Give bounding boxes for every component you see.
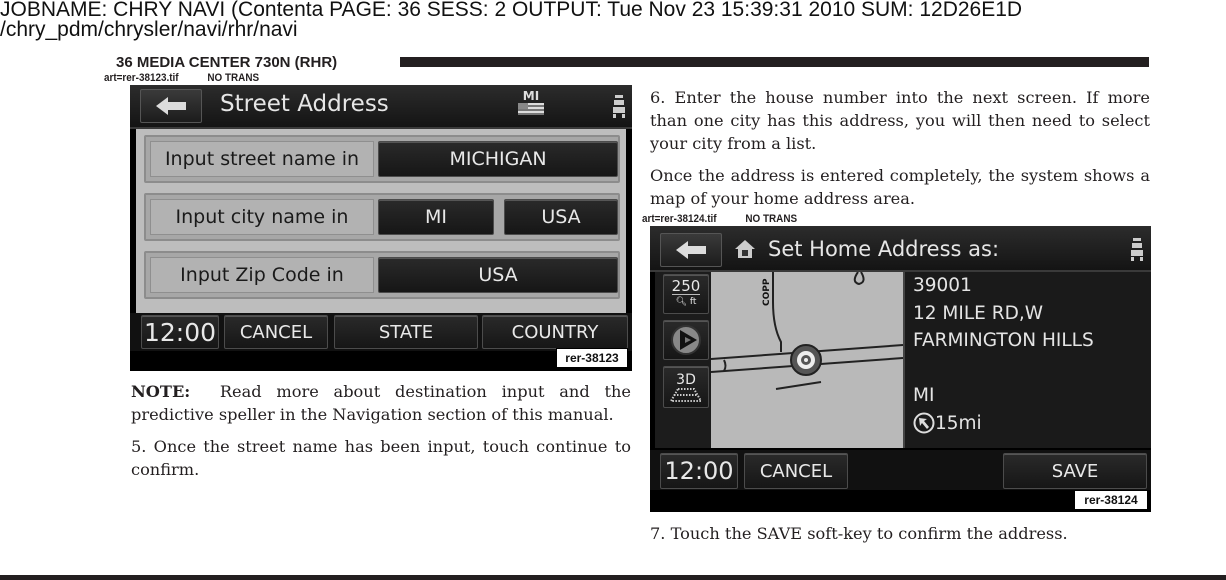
passenger-seat-icon: [1131, 238, 1143, 261]
figure1-art-label: art=rer-38123.tif NO TRANS: [104, 72, 259, 84]
cancel-button[interactable]: CANCEL: [744, 453, 848, 489]
screen-header: Set Home Address as:: [650, 226, 1151, 272]
step-7-block: 7. Touch the SAVE soft-key to confirm th…: [650, 522, 1150, 554]
us-flag-icon: [518, 103, 544, 115]
home-map-paragraph: Once the address is entered completely, …: [650, 166, 1150, 208]
row-label: Input street name in: [150, 141, 374, 177]
trans-label: NO TRANS: [207, 72, 260, 84]
bottom-bar: 12:00 CANCEL STATE COUNTRY: [130, 313, 632, 351]
zoom-scale-button[interactable]: 250 🔍︎ ft: [663, 274, 709, 314]
running-head: 36 MEDIA CENTER 730N (RHR): [116, 54, 338, 71]
street-address-screen: Street Address MI Input street name in M…: [130, 85, 632, 371]
map-street-label: COPP: [762, 278, 772, 306]
play-icon: [671, 325, 701, 355]
region-button-mi[interactable]: MI: [378, 199, 494, 235]
bottom-rule: [0, 575, 1226, 580]
passenger-seat-icon: [613, 95, 625, 118]
street-name-row: Input street name in MICHIGAN: [144, 135, 620, 183]
address-street: 12 MILE RD,W: [913, 302, 1043, 324]
map-controls: 250 🔍︎ ft 3D: [655, 272, 711, 448]
address-city: FARMINGTON HILLS: [913, 330, 1094, 351]
back-arrow-icon: [156, 97, 186, 115]
direction-arrow-icon: [913, 412, 935, 434]
zoom-value: 250: [671, 277, 701, 295]
figure-ref-tag: rer-38124: [1074, 490, 1148, 510]
art-filename: art=rer-38123.tif: [104, 72, 179, 84]
perspective-grid-icon: [670, 388, 702, 402]
address-house-number: 39001: [913, 275, 972, 296]
save-button[interactable]: SAVE: [1003, 453, 1147, 489]
region-button-michigan[interactable]: MICHIGAN: [378, 141, 618, 177]
set-home-address-screen: Set Home Address as: 250 🔍︎ ft 3D COPP 3…: [650, 226, 1151, 512]
city-name-row: Input city name in MI USA: [144, 193, 620, 241]
zip-code-row: Input Zip Code in USA: [144, 251, 620, 299]
region-button-usa-zip[interactable]: USA: [378, 257, 618, 293]
home-icon: [735, 240, 755, 258]
print-job-path: /chry_pdm/chrysler/navi/rhr/navi: [0, 18, 298, 41]
distance-value: 15mi: [935, 412, 982, 434]
state-button[interactable]: STATE: [334, 315, 478, 349]
clock: 12:00: [660, 453, 738, 489]
figure2-art-label: art=rer-38124.tif NO TRANS: [642, 213, 797, 225]
bottom-bar: 12:00 CANCEL SAVE: [650, 450, 1151, 490]
address-details: 39001 12 MILE RD,W FARMINGTON HILLS MI 1…: [903, 272, 1151, 448]
back-arrow-icon: [676, 241, 706, 259]
country-button[interactable]: COUNTRY: [482, 315, 628, 349]
magnifier-icon: 🔍︎: [675, 297, 687, 307]
view-mode-label: 3D: [676, 372, 696, 388]
note-paragraph: NOTE: Read more about destination input …: [131, 380, 631, 426]
screen-title: Set Home Address as:: [768, 237, 1000, 261]
screen-header: Street Address MI: [130, 85, 632, 129]
row-label: Input city name in: [150, 199, 374, 235]
right-text-column: 6. Enter the house number into the next …: [650, 86, 1150, 219]
zoom-unit-row: 🔍︎ ft: [676, 295, 697, 309]
screen-title: Street Address: [220, 91, 389, 117]
art-filename: art=rer-38124.tif: [642, 213, 717, 225]
note-label: NOTE:: [131, 382, 191, 401]
print-job-header: JOBNAME: CHRY NAVI (Contenta PAGE: 36 SE…: [0, 0, 1023, 21]
back-button[interactable]: [660, 233, 722, 267]
note-body: Read more about destination input and th…: [131, 382, 632, 424]
region-button-usa[interactable]: USA: [504, 199, 618, 235]
row-label: Input Zip Code in: [150, 257, 374, 293]
view-3d-button[interactable]: 3D: [663, 366, 709, 408]
zoom-unit: ft: [689, 297, 697, 307]
step-7: 7. Touch the SAVE soft-key to confirm th…: [650, 524, 1068, 543]
trans-label: NO TRANS: [745, 213, 798, 225]
location-marker-icon: [790, 344, 822, 376]
figure-ref-tag: rer-38123: [556, 348, 628, 368]
play-guidance-button[interactable]: [663, 320, 709, 360]
address-blank-line: [913, 355, 1151, 383]
back-button[interactable]: [140, 89, 202, 123]
cancel-button[interactable]: CANCEL: [224, 315, 328, 349]
distance-row: 15mi: [913, 410, 1151, 438]
state-indicator: MI: [516, 89, 546, 118]
step-5: 5. Once the street name has been input, …: [131, 437, 631, 479]
left-text-column: NOTE: Read more about destination input …: [131, 380, 631, 490]
address-state: MI: [913, 385, 935, 406]
step-6: 6. Enter the house number into the next …: [650, 88, 1150, 153]
map-view[interactable]: COPP: [711, 272, 903, 448]
options-panel: Input street name in MICHIGAN Input city…: [136, 129, 626, 313]
running-head-rule: [400, 57, 1149, 67]
clock: 12:00: [141, 315, 219, 349]
state-code: MI: [522, 89, 540, 103]
